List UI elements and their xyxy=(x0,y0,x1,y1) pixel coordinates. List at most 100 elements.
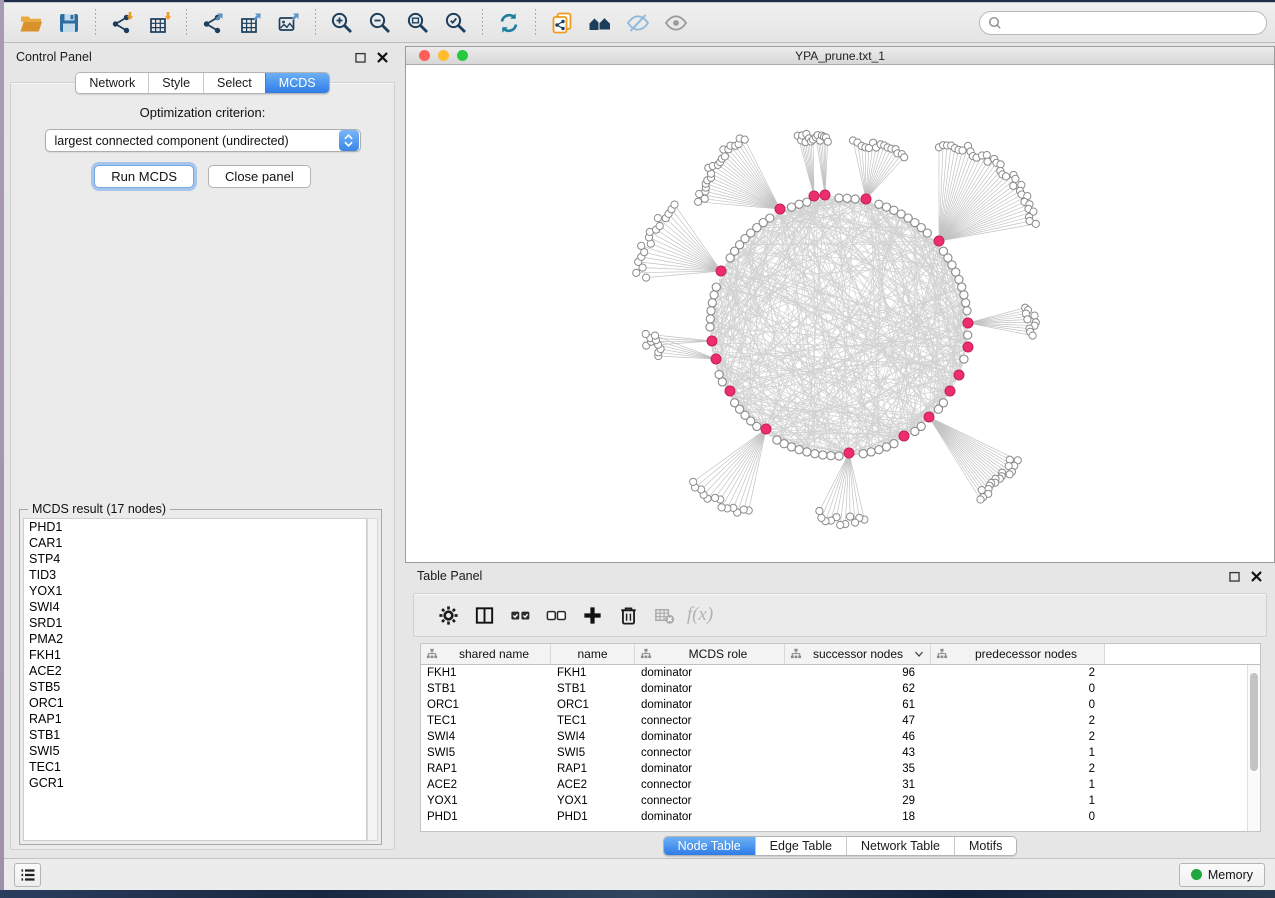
column-header-name[interactable]: name xyxy=(551,644,635,664)
column-header-predecessor-nodes[interactable]: predecessor nodes xyxy=(931,644,1105,664)
search-input[interactable] xyxy=(979,11,1267,35)
table-tab-motifs[interactable]: Motifs xyxy=(954,837,1016,855)
table-row[interactable]: ACE2ACE2connector311 xyxy=(421,777,1260,793)
table-row[interactable]: TEC1TEC1connector472 xyxy=(421,713,1260,729)
table-row[interactable]: PHD1PHD1dominator180 xyxy=(421,809,1260,825)
table-row[interactable]: YOX1YOX1connector291 xyxy=(421,793,1260,809)
uncheck-pair-icon xyxy=(545,604,568,627)
column-header-label: MCDS role xyxy=(652,647,784,661)
mcds-result-item[interactable]: STB1 xyxy=(24,727,366,743)
column-header-shared-name[interactable]: shared name xyxy=(421,644,551,664)
columns-button[interactable] xyxy=(466,597,502,633)
criterion-dropdown[interactable]: largest connected component (undirected) xyxy=(45,129,361,152)
search-icon xyxy=(988,16,1002,30)
table-scrollbar[interactable] xyxy=(1247,665,1260,831)
table-scrollbar-thumb[interactable] xyxy=(1250,673,1258,771)
table-cell: 18 xyxy=(785,809,931,825)
duplicate-network-button[interactable] xyxy=(545,7,579,39)
eye-icon xyxy=(664,11,688,35)
mcds-result-scrollbar[interactable] xyxy=(367,518,378,841)
mcds-result-item[interactable]: PMA2 xyxy=(24,631,366,647)
table-cell: TEC1 xyxy=(551,713,635,729)
close-table-panel-icon[interactable] xyxy=(1250,570,1263,583)
export-table-button[interactable] xyxy=(234,7,268,39)
export-image-button[interactable] xyxy=(272,7,306,39)
table-panel-title: Table Panel xyxy=(417,569,482,583)
mcds-result-item[interactable]: FKH1 xyxy=(24,647,366,663)
table-row[interactable]: FKH1FKH1dominator962 xyxy=(421,665,1260,681)
mcds-result-item[interactable]: SWI5 xyxy=(24,743,366,759)
table-row[interactable]: SWI5SWI5connector431 xyxy=(421,745,1260,761)
table-cell: 31 xyxy=(785,777,931,793)
close-panel-icon[interactable] xyxy=(376,51,389,64)
import-table-button[interactable] xyxy=(143,7,177,39)
mcds-result-item[interactable]: CAR1 xyxy=(24,535,366,551)
gear-button[interactable] xyxy=(430,597,466,633)
tab-style[interactable]: Style xyxy=(148,73,203,93)
window-minimize-light[interactable] xyxy=(438,50,449,61)
mcds-result-item[interactable]: TEC1 xyxy=(24,759,366,775)
criterion-dropdown-value: largest connected component (undirected) xyxy=(46,134,339,148)
float-table-panel-icon[interactable] xyxy=(1228,570,1241,583)
table-row[interactable]: SWI4SWI4dominator462 xyxy=(421,729,1260,745)
plus-button[interactable] xyxy=(574,597,610,633)
zoom-selected-button[interactable] xyxy=(439,7,473,39)
network-canvas[interactable] xyxy=(406,65,1274,562)
mcds-result-item[interactable]: ORC1 xyxy=(24,695,366,711)
window-close-light[interactable] xyxy=(419,50,430,61)
eye-button[interactable] xyxy=(659,7,693,39)
trash-button[interactable] xyxy=(610,597,646,633)
list-menu-button[interactable] xyxy=(14,863,41,887)
table-cell: 29 xyxy=(785,793,931,809)
export-network-button[interactable] xyxy=(196,7,230,39)
float-panel-icon[interactable] xyxy=(354,51,367,64)
close-panel-button[interactable]: Close panel xyxy=(208,165,311,188)
mcds-result-item[interactable]: ACE2 xyxy=(24,663,366,679)
tab-select[interactable]: Select xyxy=(203,73,265,93)
table-cell xyxy=(1105,745,1260,761)
mcds-result-item[interactable]: STP4 xyxy=(24,551,366,567)
memory-button-label: Memory xyxy=(1208,868,1253,882)
table-row[interactable]: ORC1ORC1dominator610 xyxy=(421,697,1260,713)
import-network-button[interactable] xyxy=(105,7,139,39)
zoom-out-button[interactable] xyxy=(363,7,397,39)
save-button[interactable] xyxy=(52,7,86,39)
table-tab-node-table[interactable]: Node Table xyxy=(664,837,755,855)
mcds-result-item[interactable]: GCR1 xyxy=(24,775,366,791)
table-cell: YOX1 xyxy=(551,793,635,809)
table-row[interactable]: RAP1RAP1dominator352 xyxy=(421,761,1260,777)
zoom-fit-button[interactable] xyxy=(401,7,435,39)
desktop-wallpaper-bottom xyxy=(0,890,1275,898)
hide-eye-button[interactable] xyxy=(621,7,655,39)
window-maximize-light[interactable] xyxy=(457,50,468,61)
mcds-result-item[interactable]: PHD1 xyxy=(24,519,366,535)
memory-button[interactable]: Memory xyxy=(1179,863,1265,887)
tab-network[interactable]: Network xyxy=(76,73,148,93)
mcds-result-item[interactable]: RAP1 xyxy=(24,711,366,727)
mcds-result-item[interactable]: STB5 xyxy=(24,679,366,695)
table-cell: 43 xyxy=(785,745,931,761)
check-pair-button[interactable] xyxy=(502,597,538,633)
table-cell: 47 xyxy=(785,713,931,729)
toolbar-separator xyxy=(482,9,483,37)
table-row[interactable]: STB1STB1dominator620 xyxy=(421,681,1260,697)
zoom-in-button[interactable] xyxy=(325,7,359,39)
open-folder-button[interactable] xyxy=(14,7,48,39)
table-tab-edge-table[interactable]: Edge Table xyxy=(755,837,846,855)
tab-mcds[interactable]: MCDS xyxy=(265,73,329,93)
table-cell: 1 xyxy=(931,777,1105,793)
mcds-result-item[interactable]: TID3 xyxy=(24,567,366,583)
mcds-result-item[interactable]: SRD1 xyxy=(24,615,366,631)
refresh-button[interactable] xyxy=(492,7,526,39)
uncheck-pair-button[interactable] xyxy=(538,597,574,633)
houses-button[interactable] xyxy=(583,7,617,39)
column-header-successor-nodes[interactable]: successor nodes xyxy=(785,644,931,664)
mcds-result-item[interactable]: SWI4 xyxy=(24,599,366,615)
run-mcds-button[interactable]: Run MCDS xyxy=(94,165,194,188)
table-tab-network-table[interactable]: Network Table xyxy=(846,837,954,855)
column-header-MCDS-role[interactable]: MCDS role xyxy=(635,644,785,664)
table-cell: 62 xyxy=(785,681,931,697)
column-header-filler xyxy=(1105,644,1260,664)
cytoscape-window: Control Panel NetworkStyleSelectMCDS Opt… xyxy=(4,2,1275,890)
mcds-result-item[interactable]: YOX1 xyxy=(24,583,366,599)
